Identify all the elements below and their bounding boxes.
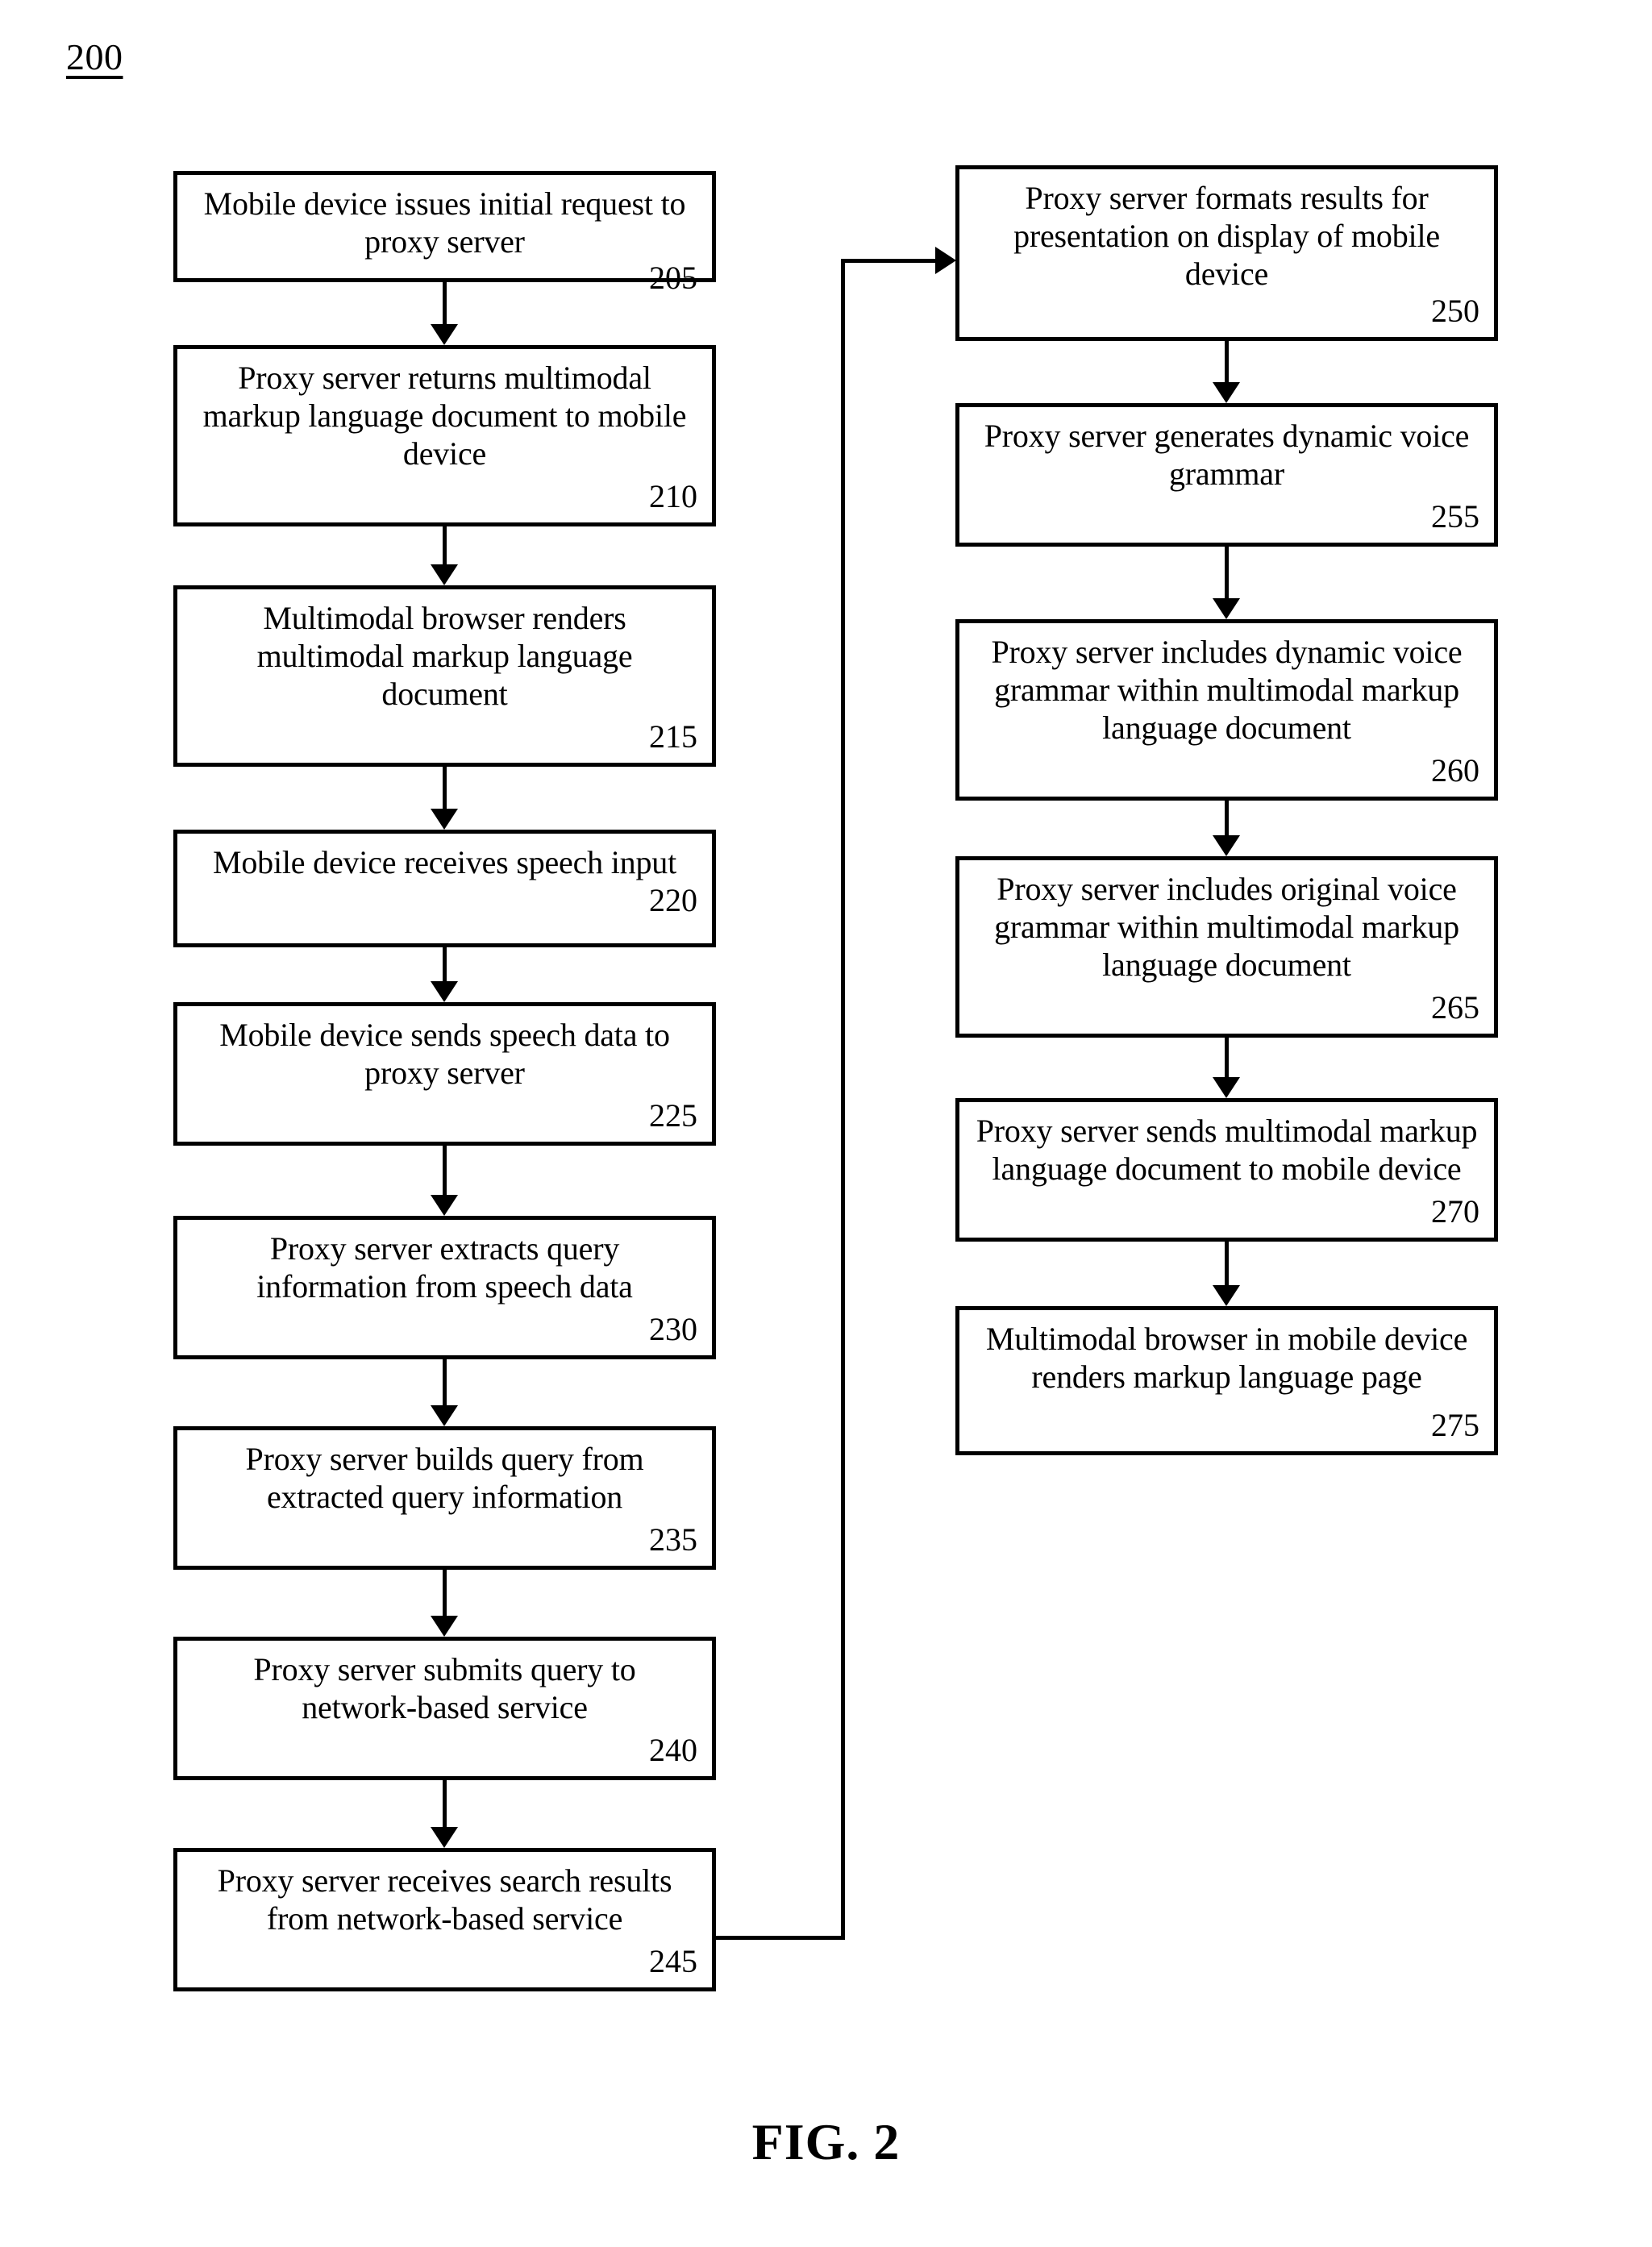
flowchart-node-215-text: Multimodal browser renders multimodal ma… xyxy=(256,600,633,713)
arrowhead-225-to-230 xyxy=(431,1195,458,1216)
flowchart-node-230-ref: 230 xyxy=(649,1311,697,1347)
flowchart-node-275: Multimodal browser in mobile device rend… xyxy=(955,1306,1498,1455)
flowchart-node-260-text: Proxy server includes dynamic voice gram… xyxy=(991,634,1463,747)
connector-260-to-265 xyxy=(1225,801,1229,835)
flowchart-node-210-ref: 210 xyxy=(649,478,697,514)
connector-245-to-250-vertical xyxy=(841,260,845,1938)
arrowhead-205-to-210 xyxy=(431,324,458,345)
flowchart-node-225-ref: 225 xyxy=(649,1097,697,1134)
flowchart-node-255-ref: 255 xyxy=(1431,498,1479,535)
connector-230-to-235 xyxy=(443,1359,447,1405)
flowchart-node-225: Mobile device sends speech data to proxy… xyxy=(173,1002,716,1146)
flowchart-node-225-text: Mobile device sends speech data to proxy… xyxy=(219,1017,670,1092)
arrowhead-240-to-245 xyxy=(431,1827,458,1848)
connector-240-to-245 xyxy=(443,1780,447,1827)
flowchart-node-220-text: Mobile device receives speech input xyxy=(213,844,676,880)
arrowhead-250-to-255 xyxy=(1213,382,1240,403)
flowchart-node-235: Proxy server builds query from extracted… xyxy=(173,1426,716,1570)
connector-255-to-260 xyxy=(1225,547,1229,598)
flowchart-node-260-ref: 260 xyxy=(1431,752,1479,789)
flowchart-node-275-ref: 275 xyxy=(1431,1407,1479,1443)
connector-215-to-220 xyxy=(443,767,447,809)
connector-250-to-255 xyxy=(1225,341,1229,383)
connector-225-to-230 xyxy=(443,1146,447,1195)
flowchart-node-215-ref: 215 xyxy=(649,718,697,755)
flowchart-node-275-text: Multimodal browser in mobile device rend… xyxy=(985,1321,1468,1396)
flowchart-node-210-text: Proxy server returns multimodal markup l… xyxy=(202,360,687,472)
arrowhead-215-to-220 xyxy=(431,809,458,830)
connector-220-to-225 xyxy=(443,947,447,981)
flowchart-node-265-text: Proxy server includes original voice gra… xyxy=(994,871,1459,984)
flowchart-node-240-text: Proxy server submits query to network-ba… xyxy=(253,1651,636,1726)
arrowhead-270-to-275 xyxy=(1213,1285,1240,1306)
connector-270-to-275 xyxy=(1225,1242,1229,1286)
flowchart-node-265-ref: 265 xyxy=(1431,989,1479,1026)
arrowhead-255-to-260 xyxy=(1213,598,1240,619)
connector-245-to-250-horizontal-lower xyxy=(714,1936,845,1940)
flowchart-node-245-text: Proxy server receives search results fro… xyxy=(217,1862,672,1937)
flowchart-node-215: Multimodal browser renders multimodal ma… xyxy=(173,585,716,767)
flowchart-node-235-ref: 235 xyxy=(649,1521,697,1558)
flowchart-node-230: Proxy server extracts query information … xyxy=(173,1216,716,1359)
arrowhead-260-to-265 xyxy=(1213,835,1240,856)
flowchart-node-250-ref: 250 xyxy=(1431,293,1479,329)
arrowhead-245-to-250 xyxy=(935,247,956,274)
flowchart-node-245-ref: 245 xyxy=(649,1943,697,1979)
flowchart-node-250-text: Proxy server formats results for present… xyxy=(1013,180,1440,293)
flowchart-node-270-ref: 270 xyxy=(1431,1193,1479,1230)
arrowhead-265-to-270 xyxy=(1213,1077,1240,1098)
flowchart-node-260: Proxy server includes dynamic voice gram… xyxy=(955,619,1498,801)
flowchart-node-255-text: Proxy server generates dynamic voice gra… xyxy=(984,418,1470,493)
figure-reference-number: 200 xyxy=(66,36,123,77)
flowchart-node-240: Proxy server submits query to network-ba… xyxy=(173,1637,716,1780)
flowchart-node-205-text: Mobile device issues initial request to … xyxy=(203,185,686,260)
flowchart-node-255: Proxy server generates dynamic voice gra… xyxy=(955,403,1498,547)
connector-210-to-215 xyxy=(443,526,447,566)
figure-caption: FIG. 2 xyxy=(751,2113,901,2170)
connector-235-to-240 xyxy=(443,1570,447,1616)
connector-245-to-250-horizontal-upper xyxy=(841,259,938,263)
flowchart-node-205: Mobile device issues initial request to … xyxy=(173,171,716,296)
flowchart-node-235-text: Proxy server builds query from extracted… xyxy=(245,1441,644,1516)
flowchart-node-220-ref: 220 xyxy=(649,882,697,919)
flowchart-node-245: Proxy server receives search results fro… xyxy=(173,1848,716,1991)
flowchart-node-270: Proxy server sends multimodal markup lan… xyxy=(955,1098,1498,1242)
flowchart-node-270-text: Proxy server sends multimodal markup lan… xyxy=(976,1113,1478,1188)
connector-265-to-270 xyxy=(1225,1038,1229,1078)
flowchart-node-220: Mobile device receives speech input 220 xyxy=(173,830,716,947)
arrowhead-210-to-215 xyxy=(431,564,458,585)
flowchart-node-210: Proxy server returns multimodal markup l… xyxy=(173,345,716,526)
flowchart-node-230-text: Proxy server extracts query information … xyxy=(256,1230,633,1305)
flowchart-node-240-ref: 240 xyxy=(649,1732,697,1768)
arrowhead-235-to-240 xyxy=(431,1616,458,1637)
figure-page: 200 Mobile device issues initial request… xyxy=(0,0,1652,2247)
arrowhead-220-to-225 xyxy=(431,981,458,1002)
arrowhead-230-to-235 xyxy=(431,1405,458,1426)
connector-205-to-210 xyxy=(443,282,447,326)
flowchart-node-265: Proxy server includes original voice gra… xyxy=(955,856,1498,1038)
flowchart-node-250: Proxy server formats results for present… xyxy=(955,165,1498,341)
